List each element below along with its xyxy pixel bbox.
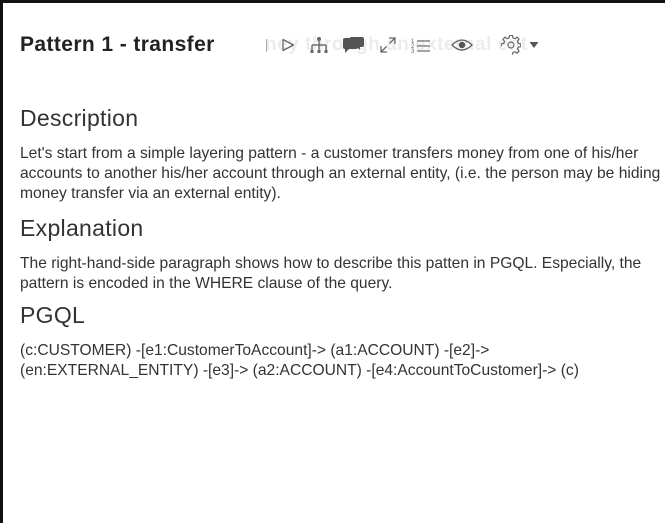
toolbar-divider: [266, 38, 267, 52]
caret-down-icon[interactable]: [529, 33, 539, 57]
explanation-heading: Explanation: [20, 215, 144, 241]
description-text: Let's start from a simple layering patte…: [20, 145, 661, 202]
network-icon[interactable]: [309, 33, 329, 57]
notebook-paragraph: Pattern 1 - transfer ney through an exte…: [0, 0, 665, 523]
description-heading: Description: [20, 105, 139, 131]
explanation-text: The right-hand-side paragraph shows how …: [20, 255, 642, 292]
gear-icon[interactable]: [501, 33, 521, 57]
expand-icon[interactable]: [379, 33, 397, 57]
run-icon[interactable]: [281, 33, 295, 57]
paragraph-content: Description Let's start from a simple la…: [20, 103, 665, 381]
list-icon[interactable]: 1 2 3: [411, 33, 431, 57]
pgql-query-text: (c:CUSTOMER) -[e1:CustomerToAccount]-> (…: [20, 342, 579, 379]
eye-icon[interactable]: [451, 33, 473, 57]
comment-icon[interactable]: [341, 33, 365, 57]
paragraph-toolbar: 1 2 3: [260, 27, 665, 63]
paragraph-title[interactable]: Pattern 1 - transfer: [20, 33, 215, 57]
svg-text:3: 3: [411, 49, 415, 54]
pgql-heading: PGQL: [20, 302, 86, 328]
